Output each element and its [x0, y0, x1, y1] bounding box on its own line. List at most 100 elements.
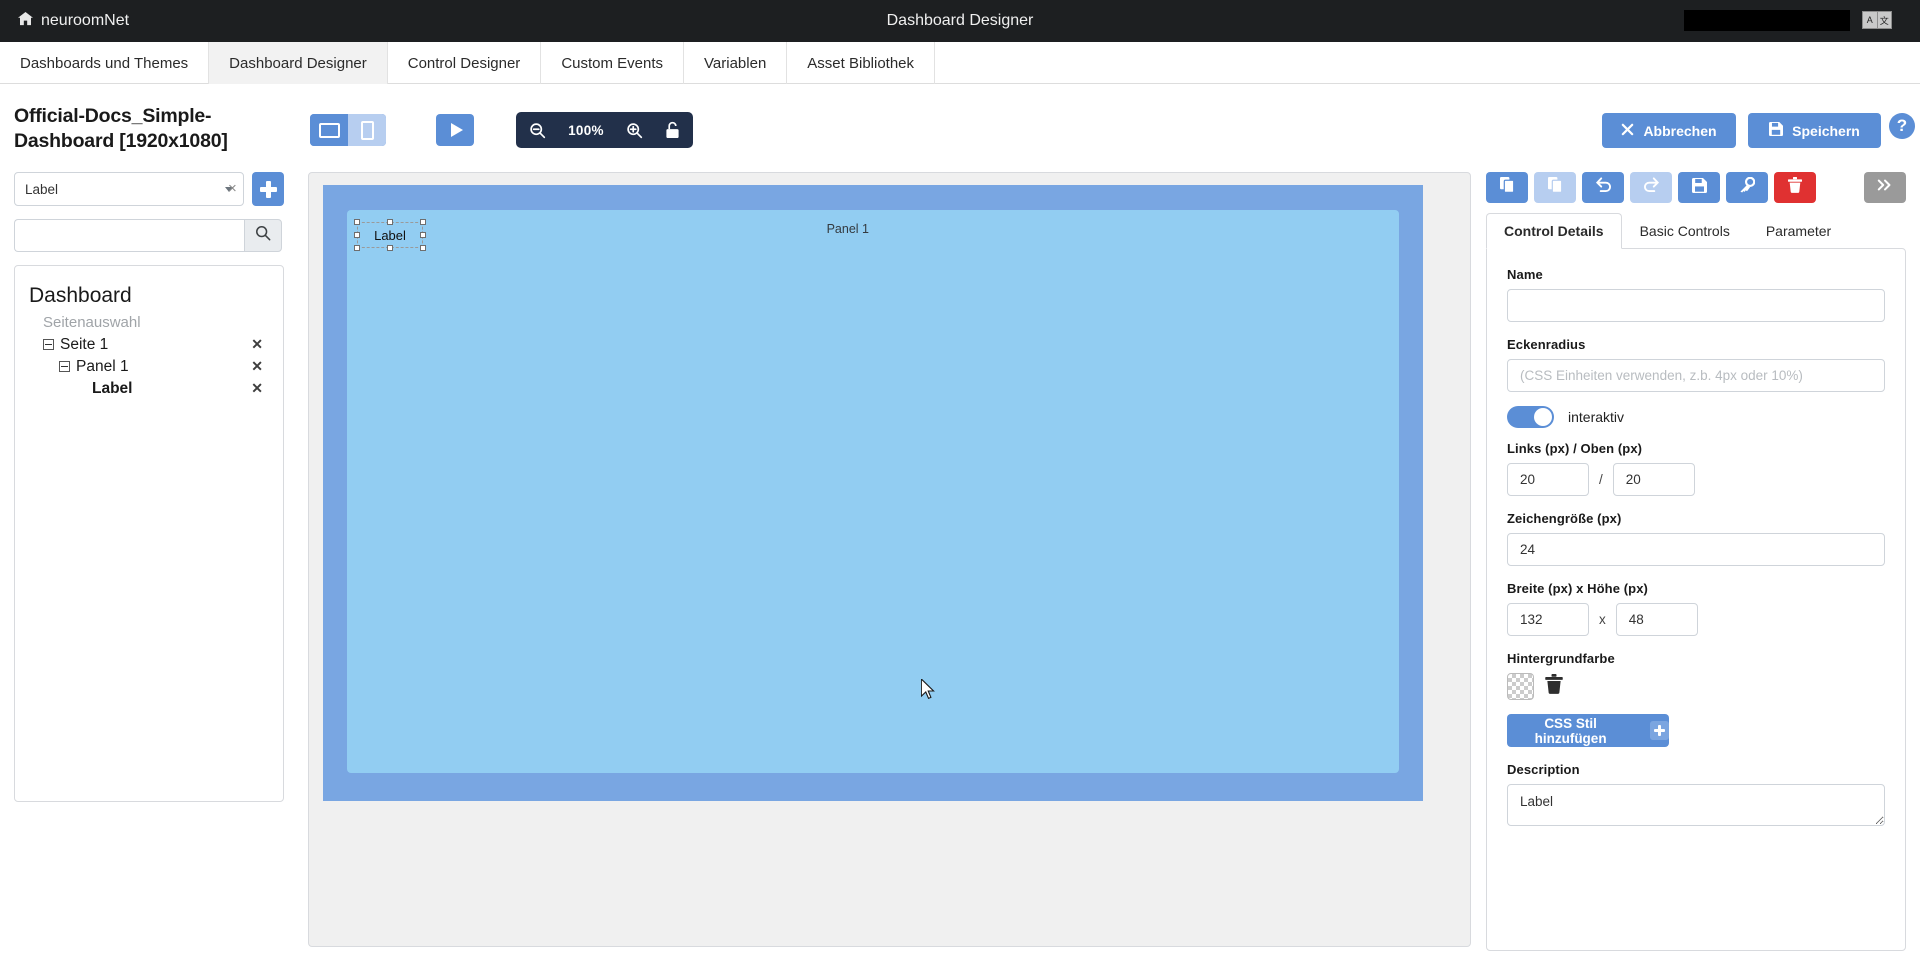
cancel-button-label: Abbrechen — [1643, 123, 1716, 139]
nav-tab-control-designer[interactable]: Control Designer — [388, 42, 542, 84]
tree-node-delete-icon[interactable]: ✕ — [251, 334, 273, 355]
tree-node-panel-1[interactable]: Panel 1✕ — [29, 355, 273, 377]
resize-handle-se[interactable] — [420, 245, 426, 251]
tree-node-label[interactable]: Label✕ — [29, 377, 273, 399]
tree-node-seite-1[interactable]: Seite 1✕ — [29, 333, 273, 355]
nav-tab-asset-bibliothek[interactable]: Asset Bibliothek — [787, 42, 935, 84]
lang-option-b[interactable]: 文 — [1878, 12, 1892, 28]
fontsize-input[interactable] — [1507, 533, 1885, 566]
size-height-input[interactable] — [1616, 603, 1698, 636]
properties-tab-parameter[interactable]: Parameter — [1748, 213, 1849, 249]
play-icon — [451, 123, 463, 137]
name-input[interactable] — [1507, 289, 1885, 322]
size-separator: x — [1599, 612, 1606, 627]
size-field-label: Breite (px) x Höhe (px) — [1507, 581, 1885, 596]
mouse-cursor-icon — [921, 679, 935, 699]
size-width-input[interactable] — [1507, 603, 1589, 636]
tree-node-delete-icon[interactable]: ✕ — [251, 356, 273, 377]
key-button[interactable] — [1726, 172, 1768, 203]
position-inputs: / — [1507, 463, 1885, 496]
name-field-label: Name — [1507, 267, 1885, 282]
nav-tab-dashboard-designer[interactable]: Dashboard Designer — [209, 42, 388, 84]
nav-tab-custom-events[interactable]: Custom Events — [541, 42, 684, 84]
resize-handle-s[interactable] — [387, 245, 393, 251]
nav-tab-dashboards-und-themes[interactable]: Dashboards und Themes — [0, 42, 209, 84]
expand-panel-button[interactable] — [1864, 172, 1906, 203]
properties-tab-basic-controls[interactable]: Basic Controls — [1622, 213, 1748, 249]
landscape-view-icon[interactable] — [310, 114, 348, 146]
copy-button[interactable] — [1486, 172, 1528, 203]
resize-handle-nw[interactable] — [354, 219, 360, 225]
help-button[interactable]: ? — [1889, 113, 1915, 139]
background-color-swatch[interactable] — [1507, 673, 1534, 700]
zoom-in-icon[interactable] — [626, 122, 643, 139]
delete-button[interactable] — [1774, 172, 1816, 203]
undo-icon — [1595, 177, 1612, 198]
search-button[interactable] — [244, 219, 282, 252]
tree-node-label: Seite 1 — [60, 333, 251, 356]
resize-handle-w[interactable] — [354, 232, 360, 238]
properties-panel: Control DetailsBasic ControlsParameter N… — [1486, 172, 1906, 951]
resize-handle-n[interactable] — [387, 219, 393, 225]
tree-node-delete-icon[interactable]: ✕ — [251, 378, 273, 399]
background-clear-trash-icon[interactable] — [1545, 674, 1563, 699]
add-css-style-button[interactable]: CSS Stil hinzufügen — [1507, 714, 1669, 747]
control-type-select[interactable]: Label — [14, 172, 244, 206]
tree-root-label: Dashboard — [29, 280, 273, 312]
cancel-button[interactable]: Abbrechen — [1602, 113, 1736, 148]
resize-handle-ne[interactable] — [420, 219, 426, 225]
dashboard-tree: Dashboard Seitenauswahl Seite 1✕Panel 1✕… — [14, 265, 284, 802]
preview-play-button[interactable] — [436, 114, 474, 146]
search-input[interactable] — [14, 219, 244, 252]
resize-handle-sw[interactable] — [354, 245, 360, 251]
control-type-value: Label — [25, 182, 58, 197]
fontsize-field-label: Zeichengröße (px) — [1507, 511, 1885, 526]
trash-icon — [1788, 177, 1802, 198]
plus-icon — [1650, 721, 1669, 740]
dashboard-page-surface[interactable]: Panel 1 Label — [323, 185, 1423, 801]
collapse-icon[interactable] — [59, 361, 70, 372]
collapse-icon[interactable] — [43, 339, 54, 350]
left-sidebar: Label Dashboard Seitenauswahl Seite 1✕Pa… — [14, 172, 284, 802]
resize-handle-e[interactable] — [420, 232, 426, 238]
redacted-user-field — [1684, 10, 1850, 31]
search-clear-icon[interactable]: × — [228, 180, 237, 197]
home-icon — [18, 12, 33, 30]
unlock-icon[interactable] — [665, 121, 680, 139]
view-orientation-toggle[interactable] — [310, 114, 386, 146]
chevron-double-right-icon — [1877, 178, 1893, 197]
paste-button[interactable] — [1534, 172, 1576, 203]
floppy-disk-icon — [1769, 122, 1783, 139]
save-button[interactable]: Speichern — [1748, 113, 1881, 148]
brand-label: neuroomNet — [41, 12, 129, 30]
description-textarea[interactable] — [1507, 784, 1885, 826]
nav-tab-variablen[interactable]: Variablen — [684, 42, 787, 84]
design-canvas[interactable]: Panel 1 Label — [308, 172, 1471, 947]
panel-1[interactable]: Panel 1 Label — [347, 210, 1399, 773]
label-control-text: Label — [374, 228, 406, 243]
position-left-input[interactable] — [1507, 463, 1589, 496]
key-icon — [1739, 177, 1755, 198]
zoom-out-icon[interactable] — [529, 122, 546, 139]
save-control-button[interactable] — [1678, 172, 1720, 203]
tree-node-list: Seite 1✕Panel 1✕Label✕ — [29, 333, 273, 399]
paste-icon — [1548, 177, 1563, 198]
page-title: Official-Docs_Simple-Dashboard [1920x108… — [14, 104, 284, 154]
background-field-label: Hintergrundfarbe — [1507, 651, 1885, 666]
undo-button[interactable] — [1582, 172, 1624, 203]
interaktiv-toggle[interactable] — [1507, 406, 1554, 428]
redo-icon — [1643, 177, 1660, 198]
label-control-selected[interactable]: Label — [357, 222, 423, 248]
language-toggle[interactable]: A 文 — [1862, 11, 1892, 29]
properties-tab-control-details[interactable]: Control Details — [1486, 213, 1622, 249]
portrait-view-icon[interactable] — [348, 114, 386, 146]
redo-button[interactable] — [1630, 172, 1672, 203]
add-control-button[interactable] — [252, 172, 284, 206]
add-css-style-label: CSS Stil hinzufügen — [1507, 716, 1634, 746]
interaktiv-label: interaktiv — [1568, 409, 1624, 425]
position-top-input[interactable] — [1613, 463, 1695, 496]
brand-home-link[interactable]: neuroomNet — [18, 12, 129, 30]
lang-option-a[interactable]: A — [1863, 12, 1878, 28]
eckenradius-input[interactable] — [1507, 359, 1885, 392]
floppy-disk-icon — [1692, 178, 1707, 198]
